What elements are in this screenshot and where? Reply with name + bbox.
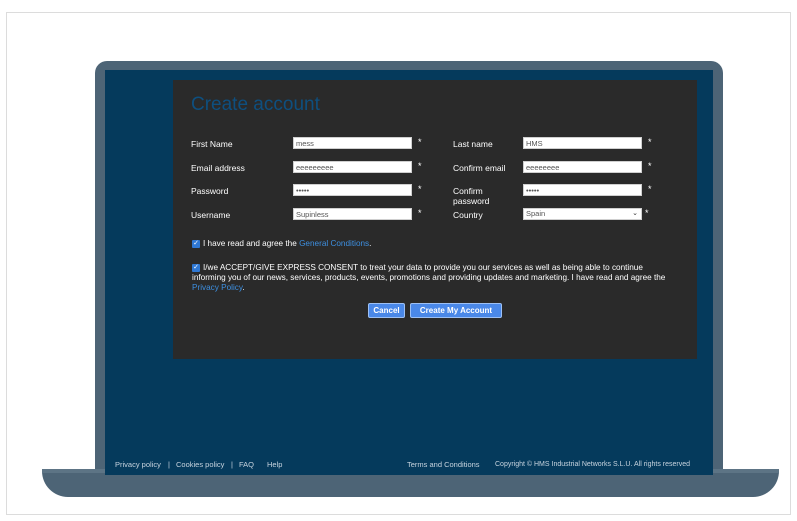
footer-separator: | xyxy=(231,460,233,469)
footer: Privacy policy | Cookies policy | FAQ He… xyxy=(115,460,711,472)
country-selected-value: Spain xyxy=(526,209,546,218)
country-label: Country xyxy=(453,210,483,220)
footer-separator: | xyxy=(168,460,170,469)
country-select[interactable]: Spain ⌄ xyxy=(523,208,642,220)
terms-text: I have read and agree the General Condit… xyxy=(203,239,371,249)
privacy-policy-link[interactable]: Privacy Policy xyxy=(192,283,242,292)
confirm-email-label: Confirm email xyxy=(453,163,506,173)
page-title: Create account xyxy=(191,94,320,115)
email-label: Email address xyxy=(191,163,245,173)
last-name-label: Last name xyxy=(453,139,493,149)
footer-help-link[interactable]: Help xyxy=(267,460,282,470)
username-label: Username xyxy=(191,210,231,220)
required-marker: * xyxy=(418,137,422,147)
terms-suffix: . xyxy=(369,239,372,248)
consent-suffix: . xyxy=(242,283,245,292)
required-marker: * xyxy=(645,208,649,218)
laptop-screen: Create account First Name * Last name * … xyxy=(105,70,713,475)
consent-body: I/we ACCEPT/GIVE EXPRESS CONSENT to trea… xyxy=(192,263,666,282)
email-input[interactable] xyxy=(293,161,412,173)
create-account-panel: Create account First Name * Last name * … xyxy=(173,80,697,359)
required-marker: * xyxy=(648,184,652,194)
cancel-button[interactable]: Cancel xyxy=(368,303,405,318)
required-marker: * xyxy=(648,161,652,171)
password-label: Password xyxy=(191,186,229,196)
confirm-password-input[interactable] xyxy=(523,184,642,196)
password-input[interactable] xyxy=(293,184,412,196)
consent-text: I/we ACCEPT/GIVE EXPRESS CONSENT to trea… xyxy=(192,263,674,293)
confirm-password-label: Confirm password xyxy=(453,186,490,206)
first-name-input[interactable] xyxy=(293,137,412,149)
footer-terms-link[interactable]: Terms and Conditions xyxy=(407,460,480,470)
footer-copyright: Copyright © HMS Industrial Networks S.L.… xyxy=(495,461,691,468)
create-account-button[interactable]: Create My Account xyxy=(410,303,502,318)
required-marker: * xyxy=(648,137,652,147)
general-conditions-link[interactable]: General Conditions xyxy=(299,239,369,248)
terms-prefix: I have read and agree the xyxy=(203,239,297,248)
confirm-email-input[interactable] xyxy=(523,161,642,173)
chevron-down-icon: ⌄ xyxy=(632,210,638,217)
last-name-input[interactable] xyxy=(523,137,642,149)
first-name-label: First Name xyxy=(191,139,233,149)
username-input[interactable] xyxy=(293,208,412,220)
required-marker: * xyxy=(418,184,422,194)
footer-faq-link[interactable]: FAQ xyxy=(239,460,254,470)
required-marker: * xyxy=(418,161,422,171)
terms-checkbox[interactable]: ✓ xyxy=(192,240,200,248)
footer-cookies-link[interactable]: Cookies policy xyxy=(176,460,224,470)
footer-privacy-link[interactable]: Privacy policy xyxy=(115,460,161,470)
required-marker: * xyxy=(418,208,422,218)
